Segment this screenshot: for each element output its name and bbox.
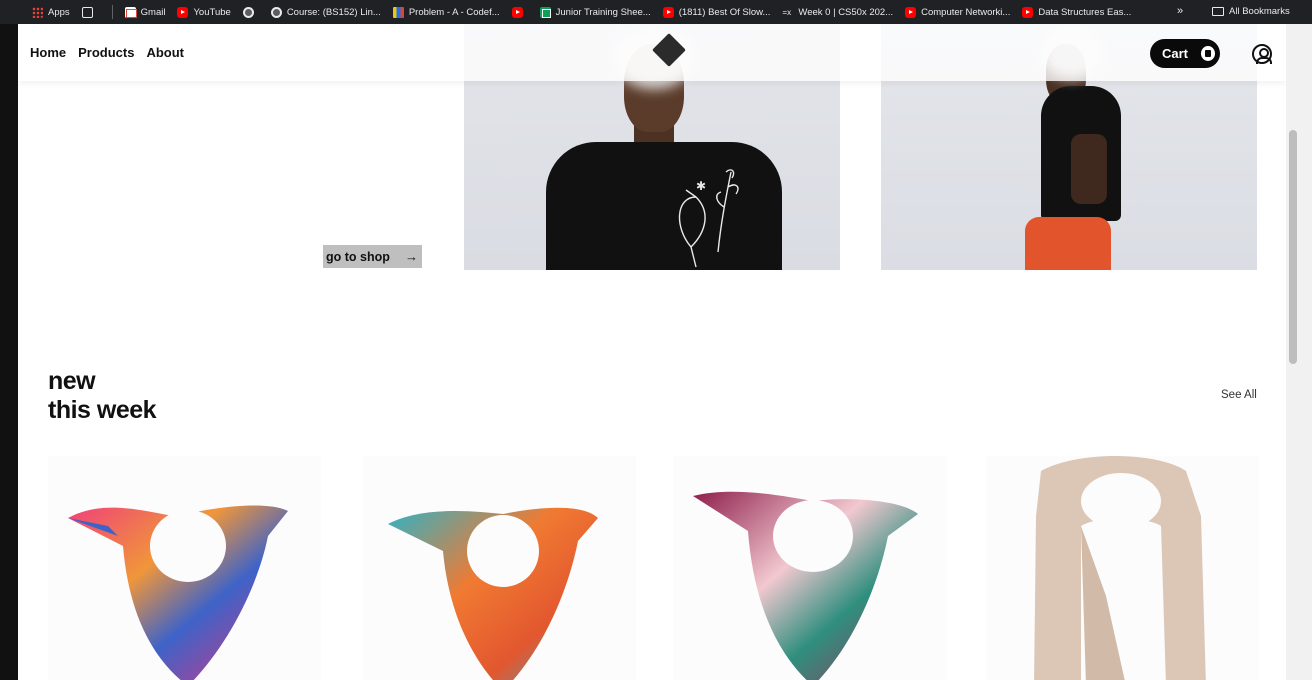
apps-icon [32,6,43,18]
cs50-icon: =x [782,7,792,17]
cart-label: Cart [1162,46,1189,61]
globe-icon [242,6,254,18]
window-edge [0,24,18,680]
sheets-icon [539,6,551,18]
bookmark-globe[interactable] [242,6,259,18]
scarf-image-4 [1034,456,1206,680]
bookmark-apps[interactable]: Apps [32,6,70,18]
all-bookmarks-button[interactable]: All Bookmarks [1212,6,1290,17]
folder-icon [1212,7,1224,16]
youtube-icon [662,6,674,18]
page-viewport: ✱ Home Products About Cart go to shop → … [18,24,1286,680]
tied-jacket [1025,217,1111,270]
bookmark-course[interactable]: Course: (BS152) Lin... [270,6,381,18]
product-card-4[interactable] [986,456,1259,680]
youtube-icon [1022,6,1034,18]
bookmarks-divider [111,5,113,19]
bookmark-junior-training[interactable]: Junior Training Shee... [539,6,651,18]
scarf-image-3 [693,491,918,680]
nav-home[interactable]: Home [30,45,66,60]
go-to-shop-button[interactable]: go to shop → [323,245,422,268]
bookmark-codeforces[interactable]: Problem - A - Codef... [392,6,500,18]
section-title-line1: new [48,367,96,395]
section-title-line2: this week [48,396,157,424]
scarf-image-2 [388,507,598,680]
bookmark-computer-networking[interactable]: Computer Networki... [905,6,1010,18]
logo-icon[interactable] [652,33,686,67]
product-card-2[interactable] [363,456,636,680]
arrow-right-icon: → [405,249,418,264]
section-title: new this week [48,367,157,425]
product-card-1[interactable] [48,456,321,680]
heron-print-icon: ✱ [678,169,739,268]
site-header: Home Products About Cart [18,24,1286,81]
user-account-icon[interactable] [1252,44,1272,64]
youtube-icon [905,6,917,18]
go-to-shop-label: go to shop [326,249,390,264]
bookmark-cs50[interactable]: =x Week 0 | CS50x 202... [782,7,893,18]
cart-button[interactable]: Cart [1150,39,1220,68]
gmail-icon [124,6,137,18]
bookmark-youtube[interactable]: YouTube [177,6,231,18]
youtube-icon [177,6,189,18]
bookmark-best-of-slow[interactable]: (1811) Best Of Slow... [662,6,770,18]
bookmark-data-structures[interactable]: Data Structures Eas... [1022,6,1131,18]
globe-icon [270,6,282,18]
tshirt-graphic: ✱ [546,142,782,270]
main-nav: Home Products About [30,45,184,60]
nav-about[interactable]: About [146,45,184,60]
see-all-link[interactable]: See All [1221,389,1257,401]
svg-text:✱: ✱ [696,179,706,193]
codeforces-icon [392,6,404,18]
bookmarks-overflow-button[interactable]: » [1177,5,1183,17]
grid-icon [81,6,93,18]
youtube-icon [511,6,523,18]
bookmark-grid[interactable] [81,6,98,18]
nav-products[interactable]: Products [78,45,134,60]
shopping-bag-icon [1201,46,1215,61]
scarf-image-1 [68,505,288,680]
product-card-3[interactable] [673,456,946,680]
bookmarks-bar: Apps Gmail YouTube Course: (BS152) Lin..… [0,0,1312,24]
bookmark-youtube-2[interactable] [511,6,528,18]
scrollbar-thumb[interactable] [1289,130,1297,364]
model-arm [1071,134,1107,204]
bookmark-gmail[interactable]: Gmail [124,6,165,18]
